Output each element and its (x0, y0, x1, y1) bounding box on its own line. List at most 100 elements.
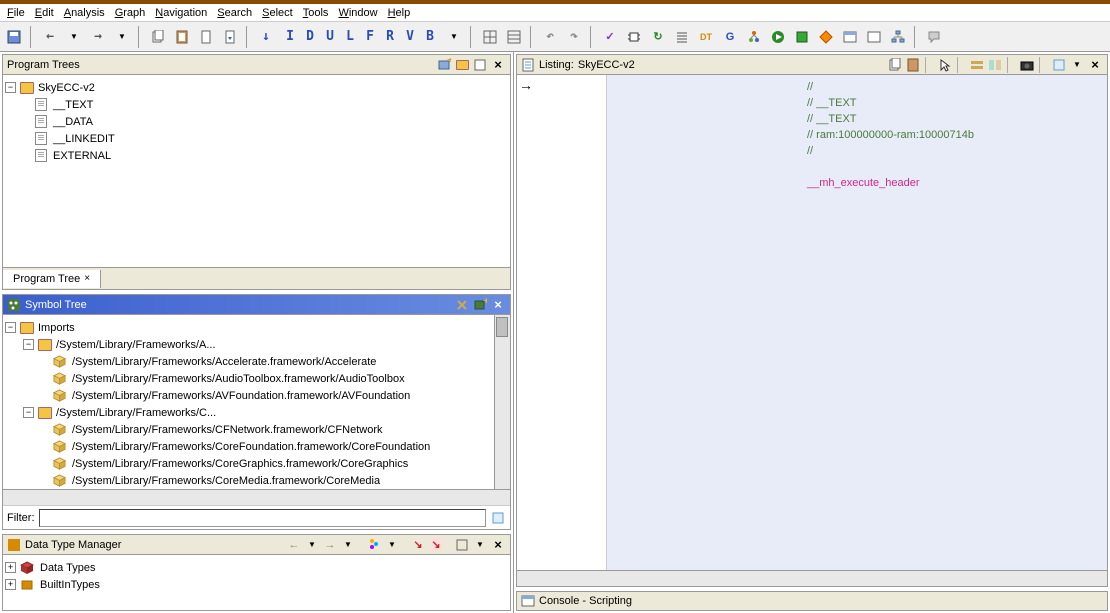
dd-icon[interactable]: ▼ (340, 537, 356, 553)
snapshot-icon[interactable] (1019, 57, 1035, 73)
tree-root[interactable]: −SkyECC-v2 (5, 79, 508, 96)
tree-item[interactable]: /System/Library/Frameworks/AVFoundation.… (5, 387, 508, 404)
dd-icon[interactable]: ▼ (1069, 57, 1085, 73)
type-U-button[interactable]: U (320, 27, 340, 47)
menu-file[interactable]: File (4, 6, 28, 20)
menu-analysis[interactable]: Analysis (61, 6, 108, 20)
chip-icon[interactable] (624, 27, 644, 47)
tree-folder[interactable]: −/System/Library/Frameworks/C... (5, 404, 508, 421)
check-icon[interactable]: ✓ (600, 27, 620, 47)
tree-item[interactable]: /System/Library/Frameworks/CFNetwork.fra… (5, 421, 508, 438)
arrow-down-icon[interactable]: ↓ (256, 27, 276, 47)
new-tree-icon[interactable]: + (436, 57, 452, 73)
menu-graph[interactable]: Graph (112, 6, 149, 20)
grid-icon[interactable] (480, 27, 500, 47)
open-folder-icon[interactable] (454, 57, 470, 73)
back-button[interactable]: ← (40, 27, 60, 47)
dropdown-icon[interactable]: ▼ (112, 27, 132, 47)
tree-item[interactable]: /System/Library/Frameworks/CoreMedia.fra… (5, 472, 508, 489)
chip2-icon[interactable] (792, 27, 812, 47)
listing-title: Listing: (539, 59, 574, 71)
g-icon[interactable]: G (720, 27, 740, 47)
arrow-red-icon[interactable]: ↘ (410, 537, 426, 553)
diff-icon[interactable] (987, 57, 1003, 73)
forward-button[interactable]: → (88, 27, 108, 47)
new-icon[interactable]: + (472, 297, 488, 313)
menu-edit[interactable]: Edit (32, 6, 57, 20)
save-icon[interactable] (4, 27, 24, 47)
menu-help[interactable]: Help (385, 6, 414, 20)
type-B-button[interactable]: B (420, 27, 440, 47)
list-icon[interactable] (672, 27, 692, 47)
imports-root[interactable]: −Imports (5, 319, 508, 336)
type-I-button[interactable]: I (280, 27, 300, 47)
window2-icon[interactable] (864, 27, 884, 47)
dropdown-icon[interactable]: ▼ (444, 27, 464, 47)
menu-window[interactable]: Window (335, 6, 380, 20)
tree-icon[interactable] (744, 27, 764, 47)
cursor-icon[interactable] (937, 57, 953, 73)
menu-tools[interactable]: Tools (300, 6, 332, 20)
comment-icon[interactable] (924, 27, 944, 47)
menu-select[interactable]: Select (259, 6, 296, 20)
close-icon[interactable]: × (490, 537, 506, 553)
fwd-icon[interactable]: → (322, 537, 338, 553)
tree-item[interactable]: __TEXT (5, 96, 508, 113)
fields-icon[interactable] (969, 57, 985, 73)
arrow-red2-icon[interactable]: ↘ (428, 537, 444, 553)
type-R-button[interactable]: R (380, 27, 400, 47)
dropdown-icon[interactable]: ▼ (64, 27, 84, 47)
filter-icon[interactable] (366, 537, 382, 553)
tool-icon[interactable] (454, 297, 470, 313)
dd-icon[interactable]: ▼ (304, 537, 320, 553)
tree-item[interactable]: EXTERNAL (5, 147, 508, 164)
menu-icon[interactable]: ▼ (472, 537, 488, 553)
vertical-scrollbar[interactable] (494, 315, 510, 489)
horizontal-scrollbar[interactable] (517, 570, 1107, 586)
back-icon[interactable]: ← (286, 537, 302, 553)
filter-clear-icon[interactable] (490, 510, 506, 526)
redo-icon[interactable]: ↷ (564, 27, 584, 47)
play-icon[interactable] (768, 27, 788, 47)
tree-item[interactable]: __DATA (5, 113, 508, 130)
type-D-button[interactable]: D (300, 27, 320, 47)
listing-view[interactable]: → //// __TEXT// __TEXT// ram:100000000-r… (517, 75, 1107, 570)
tree-item[interactable]: /System/Library/Frameworks/Accelerate.fr… (5, 353, 508, 370)
tree-item[interactable]: /System/Library/Frameworks/CoreFoundatio… (5, 438, 508, 455)
dd-icon[interactable]: ▼ (384, 537, 400, 553)
close-icon[interactable]: × (490, 57, 506, 73)
horizontal-scrollbar[interactable] (3, 489, 510, 505)
window-icon[interactable] (840, 27, 860, 47)
filter-input[interactable] (39, 509, 487, 527)
tree-item[interactable]: /System/Library/Frameworks/AudioToolbox.… (5, 370, 508, 387)
tree-item[interactable]: __LINKEDIT (5, 130, 508, 147)
dt-icon[interactable]: DT (696, 27, 716, 47)
menu-search[interactable]: Search (214, 6, 255, 20)
tree-folder[interactable]: −/System/Library/Frameworks/A... (5, 336, 508, 353)
type-V-button[interactable]: V (400, 27, 420, 47)
dtm-item[interactable]: +BuiltInTypes (5, 576, 508, 593)
menu-icon[interactable] (472, 57, 488, 73)
type-F-button[interactable]: F (360, 27, 380, 47)
diamond-icon[interactable] (816, 27, 836, 47)
tree-item[interactable]: /System/Library/Frameworks/CoreGraphics.… (5, 455, 508, 472)
close-icon[interactable]: × (1087, 57, 1103, 73)
paste-icon[interactable] (905, 57, 921, 73)
grid2-icon[interactable] (504, 27, 524, 47)
program-tree-tab[interactable]: Program Tree × (3, 270, 101, 288)
copy-icon[interactable] (887, 57, 903, 73)
copy-icon[interactable] (148, 27, 168, 47)
close-tab-icon[interactable]: × (84, 273, 90, 284)
doc-arrow-icon[interactable] (220, 27, 240, 47)
undo-icon[interactable]: ↶ (540, 27, 560, 47)
close-icon[interactable]: × (490, 297, 506, 313)
doc-icon[interactable] (196, 27, 216, 47)
refresh-icon[interactable]: ↻ (648, 27, 668, 47)
external-icon[interactable] (1051, 57, 1067, 73)
hierarchy-icon[interactable] (888, 27, 908, 47)
dtm-item[interactable]: +Data Types (5, 559, 508, 576)
menu-navigation[interactable]: Navigation (152, 6, 210, 20)
type-L-button[interactable]: L (340, 27, 360, 47)
collapse-icon[interactable] (454, 537, 470, 553)
paste-icon[interactable] (172, 27, 192, 47)
